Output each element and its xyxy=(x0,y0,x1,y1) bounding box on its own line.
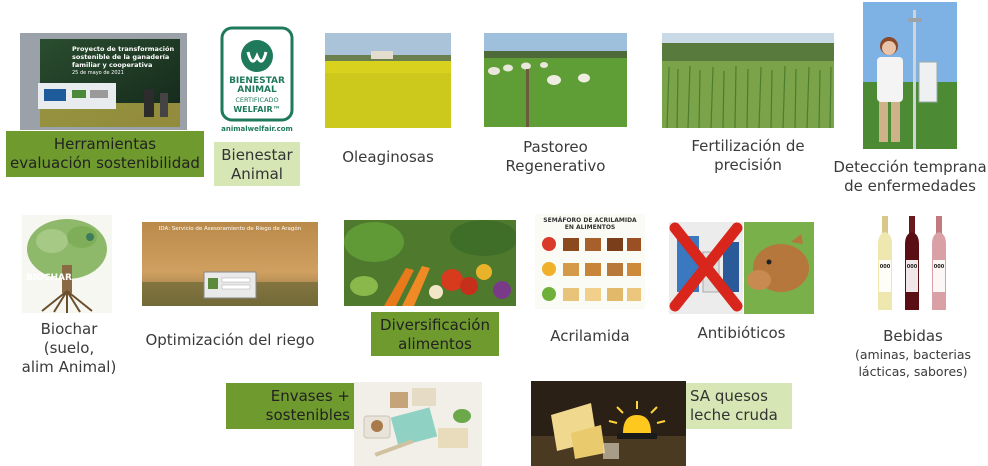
pastoreo-label-line1: Pastoreo xyxy=(523,138,588,156)
bebidas-bottle-label-3: 000 xyxy=(933,264,945,270)
herramientas-photo: Proyecto de transformación sostenible de… xyxy=(20,33,187,130)
bienestar-logo-url: animalwelfair.com xyxy=(221,125,293,133)
herramientas-photo-date: 25 de mayo de 2021 xyxy=(72,70,124,76)
antibioticos-label: Antibióticos xyxy=(697,324,786,342)
acrilamida-photo: SEMÁFORO DE ACRILAMIDA EN ALIMENTOS xyxy=(535,214,645,309)
bebidas-photo: 000 000 000 xyxy=(866,214,962,314)
riego-label: Optimización del riego xyxy=(145,331,315,349)
deteccion-label: Detección temprana de enfermedades xyxy=(832,158,988,196)
bebidas-sublabel-line2: lácticas, sabores) xyxy=(858,364,968,379)
diversificacion-label-line2: alimentos xyxy=(398,335,472,353)
riego-photo-title: IDA: Servicio de Asesoramiento de Riego … xyxy=(158,226,302,232)
biochar-label-line3: alim Animal) xyxy=(21,358,117,376)
deteccion-label-line2: de enfermedades xyxy=(844,177,976,195)
biochar-label-line2: (suelo, xyxy=(43,339,95,357)
fertilizacion-label-line1: Fertilización de xyxy=(691,137,805,155)
envases-photo xyxy=(354,382,482,466)
envases-label-line1: Envases + xyxy=(270,387,350,405)
herramientas-label-line2: evaluación sostenibilidad xyxy=(10,154,200,172)
bebidas-bottle-label-1: 000 xyxy=(879,264,891,270)
quesos-label-line2: leche cruda xyxy=(690,406,778,424)
deteccion-photo xyxy=(863,2,957,149)
oleaginosas-photo xyxy=(325,33,451,128)
fertilizacion-label: Fertilización de precisión xyxy=(662,137,834,175)
diversificacion-label: Diversificación alimentos xyxy=(371,312,499,356)
quesos-photo xyxy=(531,381,686,466)
bebidas-sublabel-line1: (aminas, bacterias xyxy=(854,347,972,362)
antibioticos-photo xyxy=(669,222,814,314)
bienestar-label: Bienestar Animal xyxy=(214,142,300,186)
bebidas-label: Bebidas xyxy=(883,327,943,345)
deteccion-label-line1: Detección temprana xyxy=(833,158,987,176)
envases-label-line2: sostenibles xyxy=(265,406,350,424)
bienestar-label-line1: Bienestar xyxy=(221,146,293,164)
pastoreo-label-line2: Regenerativo xyxy=(505,157,606,175)
bienestar-logo-line4: WELFAIR™ xyxy=(233,105,281,114)
envases-label: Envases + sostenibles xyxy=(226,383,354,429)
bienestar-logo: BIENESTAR ANIMAL CERTIFICADO WELFAIR™ an… xyxy=(218,22,296,138)
fertilizacion-label-line2: precisión xyxy=(714,156,782,174)
herramientas-photo-text-2: sostenible de la ganadería xyxy=(72,53,170,61)
fertilizacion-photo xyxy=(662,33,834,128)
bienestar-label-line2: Animal xyxy=(231,165,283,183)
biochar-label-line1: Biochar xyxy=(40,320,98,338)
bebidas-sublabel: (aminas, bacterias lácticas, sabores) xyxy=(842,346,984,380)
quesos-label: SA quesos leche cruda xyxy=(686,383,792,429)
pastoreo-photo xyxy=(484,33,627,127)
quesos-label-line1: SA quesos xyxy=(690,387,768,405)
bienestar-logo-line3: CERTIFICADO xyxy=(235,96,279,104)
oleaginosas-label: Oleaginosas xyxy=(342,148,434,166)
herramientas-label-line1: Herramientas xyxy=(53,135,157,153)
herramientas-label: Herramientas evaluación sostenibilidad xyxy=(6,131,204,177)
pastoreo-label: Pastoreo Regenerativo xyxy=(484,138,627,176)
herramientas-photo-text-3: familiar y cooperativa xyxy=(72,61,153,69)
bebidas-bottle-label-2: 000 xyxy=(906,264,918,270)
diversificacion-label-line1: Diversificación xyxy=(380,316,490,334)
biochar-photo-text: BIOCHAR xyxy=(26,273,72,283)
biochar-photo: BIOCHAR xyxy=(22,215,112,313)
acrilamida-label: Acrilamida xyxy=(550,327,630,345)
diversificacion-photo xyxy=(344,220,516,306)
herramientas-photo-text-1: Proyecto de transformación xyxy=(72,45,175,53)
riego-photo: IDA: Servicio de Asesoramiento de Riego … xyxy=(142,222,318,306)
bienestar-logo-line2: ANIMAL xyxy=(237,85,277,95)
biochar-label: Biochar (suelo, alim Animal) xyxy=(6,320,132,377)
